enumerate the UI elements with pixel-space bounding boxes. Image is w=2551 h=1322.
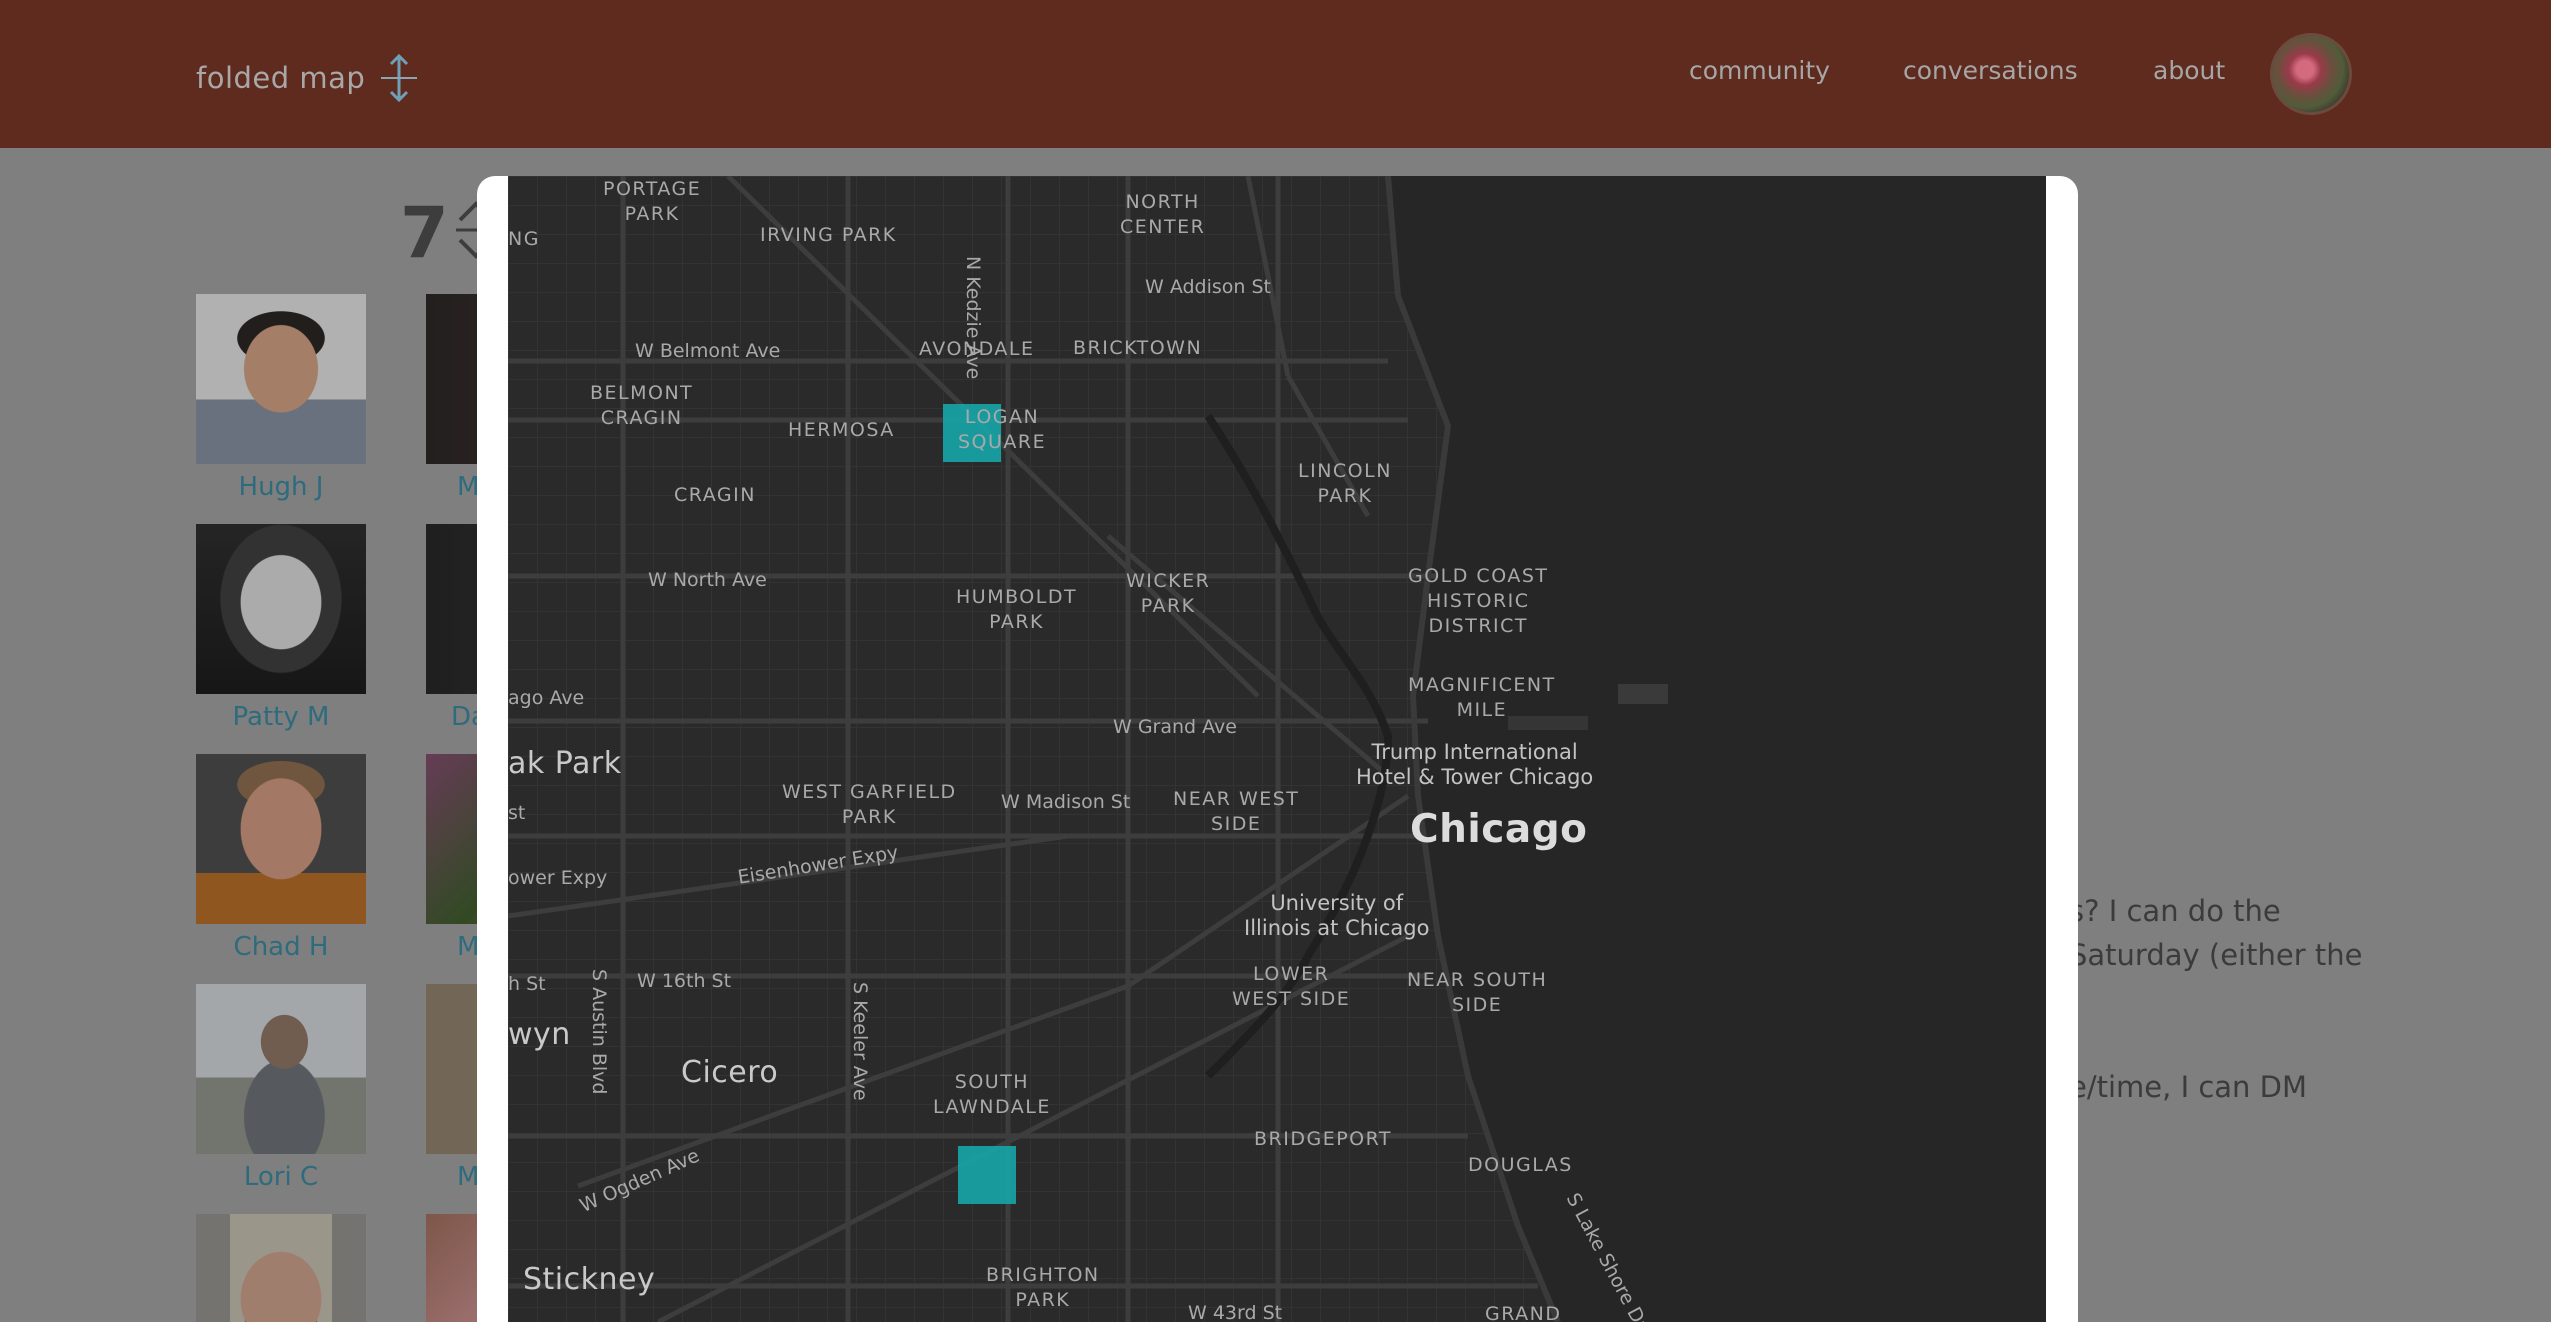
map-label-place: Cicero: [681, 1055, 779, 1090]
member-name[interactable]: Hugh J: [196, 472, 366, 502]
map-label-neighborhood: BRIDGEPORT: [1254, 1128, 1393, 1150]
map-label-neighborhood: MAGNIFICENT MILE: [1408, 674, 1556, 721]
map-label-neighborhood: BRICKTOWN: [1073, 337, 1203, 359]
neighborhood-map[interactable]: PORTAGE PARK IRVING PARK NORTH CENTER AV…: [508, 176, 2046, 1322]
map-label-place: ak Park: [508, 746, 622, 781]
map-label-neighborhood: NEAR SOUTH SIDE: [1407, 969, 1548, 1016]
brand-name: folded map: [196, 61, 366, 95]
map-label-street: W Addison St: [1145, 276, 1272, 298]
map-label-street: W Belmont Ave: [635, 340, 781, 362]
member-photo[interactable]: [196, 294, 366, 464]
map-label-place: Stickney: [523, 1262, 656, 1297]
fold-arrows-icon: [381, 53, 418, 103]
map-label-neighborhood: BELMONT CRAGIN: [590, 382, 694, 429]
conversation-text-line: Saturday (either the: [2069, 938, 2363, 972]
map-label-neighborhood: HUMBOLDT PARK: [956, 586, 1078, 633]
map-label-street: N Kedzie Ave: [962, 256, 984, 380]
map-label-neighborhood: LOWER WEST SIDE: [1232, 963, 1351, 1010]
map-label-street: W 16th St: [637, 970, 732, 992]
map-label-place: wyn: [508, 1017, 571, 1052]
map-label-neighborhood: NEAR WEST SIDE: [1173, 788, 1300, 835]
map-label-poi: Trump International Hotel & Tower Chicag…: [1356, 740, 1594, 789]
map-label-poi: University of Illinois at Chicago: [1244, 891, 1430, 940]
map-label-neighborhood: GOLD COAST HISTORIC DISTRICT: [1408, 565, 1549, 637]
map-label-street: S Austin Blvd: [588, 969, 610, 1095]
conversation-text-line: e/time, I can DM: [2069, 1070, 2308, 1104]
nav-conversations[interactable]: conversations: [1903, 56, 2078, 85]
map-label-neighborhood: LOGAN SQUARE: [958, 406, 1047, 453]
member-name[interactable]: Patty M: [196, 702, 366, 732]
member-photo[interactable]: [196, 1214, 366, 1322]
map-label-street: S Keeler Ave: [849, 982, 871, 1101]
member-name[interactable]: Chad H: [196, 932, 366, 962]
member-photo[interactable]: [196, 984, 366, 1154]
user-avatar[interactable]: [2270, 33, 2352, 115]
map-label-street: W North Ave: [648, 569, 767, 591]
map-label-neighborhood: LINCOLN PARK: [1298, 460, 1392, 507]
map-highlight-zone[interactable]: [958, 1146, 1016, 1204]
member-name[interactable]: Lori C: [196, 1162, 366, 1192]
map-label-neighborhood: HERMOSA: [788, 419, 895, 441]
top-navigation-bar: folded map community conversations about: [0, 0, 2551, 148]
map-label-street: ower Expy: [508, 867, 608, 889]
map-label-neighborhood: SOUTH LAWNDALE: [933, 1071, 1051, 1118]
nav-community[interactable]: community: [1689, 56, 1830, 85]
map-label-neighborhood: IRVING PARK: [760, 224, 897, 246]
map-label-street: ago Ave: [508, 687, 585, 709]
map-label-street: W Grand Ave: [1113, 716, 1237, 738]
map-label-neighborhood: PORTAGE PARK: [603, 178, 702, 225]
map-label-neighborhood: NG: [508, 228, 540, 250]
map-label-neighborhood: WICKER PARK: [1126, 570, 1211, 617]
brand-link[interactable]: folded map: [196, 52, 419, 104]
map-label-neighborhood: BRIGHTON PARK: [986, 1264, 1100, 1311]
map-label-street: st: [508, 802, 526, 824]
member-photo[interactable]: [196, 754, 366, 924]
community-count: 7: [400, 192, 449, 274]
conversation-text-line: s? I can do the: [2069, 894, 2281, 928]
map-label-neighborhood: WEST GARFIELD PARK: [782, 781, 957, 828]
map-label-city: Chicago: [1410, 807, 1588, 852]
map-label-street: h St: [508, 973, 546, 995]
map-label-neighborhood: GRAND: [1485, 1303, 1562, 1322]
nav-about[interactable]: about: [2153, 56, 2225, 85]
map-label-neighborhood: NORTH CENTER: [1120, 191, 1206, 238]
member-photo[interactable]: [196, 524, 366, 694]
map-label-street: W 43rd St: [1188, 1302, 1283, 1322]
map-label-neighborhood: CRAGIN: [674, 484, 756, 506]
map-label-street: W Madison St: [1001, 791, 1131, 813]
map-label-neighborhood: DOUGLAS: [1468, 1154, 1573, 1176]
